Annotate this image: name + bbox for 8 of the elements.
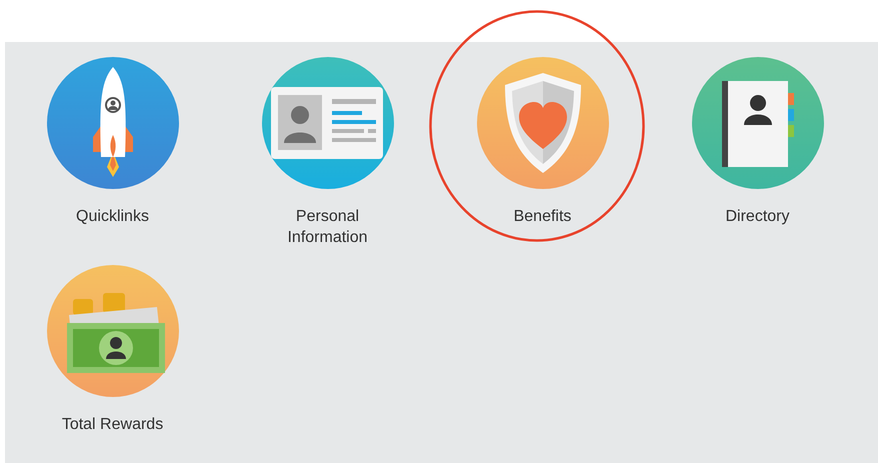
address-book-icon (692, 57, 824, 189)
app-tile[interactable]: Personal Information (262, 57, 394, 248)
app-tile[interactable]: Directory (692, 57, 824, 227)
app-tile[interactable]: Quicklinks (46, 57, 178, 227)
rocket-icon (46, 57, 178, 189)
app-tile[interactable]: Total Rewards (46, 265, 178, 435)
money-icon (46, 265, 178, 397)
id-card-icon (262, 57, 394, 189)
